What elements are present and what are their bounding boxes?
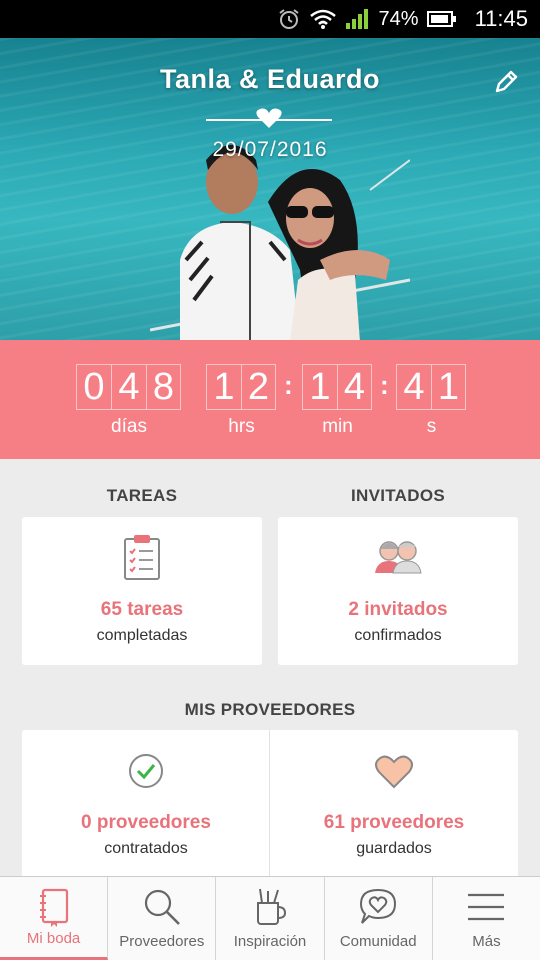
menu-icon (466, 887, 506, 932)
alarm-icon (277, 7, 301, 31)
minutes-digit: 4 (337, 364, 372, 410)
guests-sub: confirmados (354, 627, 442, 644)
wedding-countdown: 0 4 8 1 2 : 1 4 : 4 1 días hrs min s (0, 340, 540, 459)
heart-icon (374, 754, 414, 795)
nav-inspiracion[interactable]: Inspiración (216, 877, 325, 960)
nav-label: Comunidad (339, 933, 417, 950)
toolcup-icon (252, 887, 288, 932)
wedding-date: 29/07/2016 (212, 138, 328, 161)
guests-count: 2 invitados (348, 599, 448, 620)
chat-heart-icon (358, 887, 398, 932)
vendors-title: MIS PROVEEDORES (184, 700, 356, 719)
days-digit: 8 (146, 364, 181, 410)
wifi-icon (309, 8, 337, 30)
nav-label: Proveedores (119, 933, 205, 950)
time-separator: : (380, 370, 389, 400)
pencil-edit-icon[interactable] (492, 68, 520, 101)
saved-vendors[interactable]: 61 proveedores guardados (270, 730, 518, 880)
vendors-card: 0 proveedores contratados 61 proveedores… (22, 730, 518, 880)
minutes-digit: 1 (302, 364, 337, 410)
days-digits: 0 4 8 (76, 364, 181, 410)
hours-digit: 1 (206, 364, 241, 410)
couple-photo-header[interactable]: Tanla & Eduardo 29/07/2016 (0, 38, 540, 340)
days-label: días (111, 416, 147, 437)
tasks-card[interactable]: 65 tareas completadas (22, 517, 262, 665)
nav-label: Mi boda (26, 930, 81, 947)
nav-comunidad[interactable]: Comunidad (325, 877, 433, 960)
minutes-digits: 1 4 (302, 364, 372, 410)
signal-icon (345, 8, 371, 30)
seconds-label: s (426, 416, 437, 437)
couple-names: Tanla & Eduardo (159, 64, 381, 94)
saved-count: 61 proveedores (323, 812, 465, 833)
seconds-digits: 4 1 (396, 364, 466, 410)
seconds-digit: 1 (431, 364, 466, 410)
saved-sub: guardados (356, 840, 432, 857)
nav-proveedores[interactable]: Proveedores (108, 877, 217, 960)
nav-mi-boda[interactable]: Mi boda (0, 877, 109, 960)
check-circle-icon (127, 752, 165, 795)
guests-card[interactable]: 2 invitados confirmados (278, 517, 518, 665)
tasks-title: TAREAS (106, 486, 178, 505)
nav-label: Inspiración (233, 933, 307, 950)
nav-label: Más (472, 933, 501, 950)
hired-vendors[interactable]: 0 proveedores contratados (22, 730, 270, 880)
search-icon (142, 887, 182, 932)
hours-digit: 2 (241, 364, 276, 410)
tasks-sub: completadas (96, 627, 188, 644)
hired-sub: contratados (104, 840, 188, 857)
checklist-clipboard-icon (123, 533, 161, 586)
time-separator: : (284, 370, 293, 400)
battery-icon (426, 10, 457, 28)
days-digit: 4 (111, 364, 146, 410)
seconds-digit: 4 (396, 364, 431, 410)
battery-percent: 74% (378, 7, 419, 30)
tasks-count: 65 tareas (100, 599, 184, 620)
status-bar: 74% 11:45 (0, 0, 540, 38)
hired-count: 0 proveedores (81, 812, 211, 833)
clock: 11:45 (474, 6, 528, 31)
hours-label: hrs (228, 416, 255, 437)
guests-title: INVITADOS (350, 486, 445, 505)
guests-people-icon (373, 537, 423, 580)
notebook-icon (37, 887, 71, 932)
bottom-navigation: Mi boda Proveedores Inspiración Comunida… (0, 876, 540, 960)
nav-mas[interactable]: Más (433, 877, 540, 960)
minutes-label: min (322, 416, 353, 437)
hours-digits: 1 2 (206, 364, 276, 410)
days-digit: 0 (76, 364, 111, 410)
heart-divider (206, 108, 332, 128)
